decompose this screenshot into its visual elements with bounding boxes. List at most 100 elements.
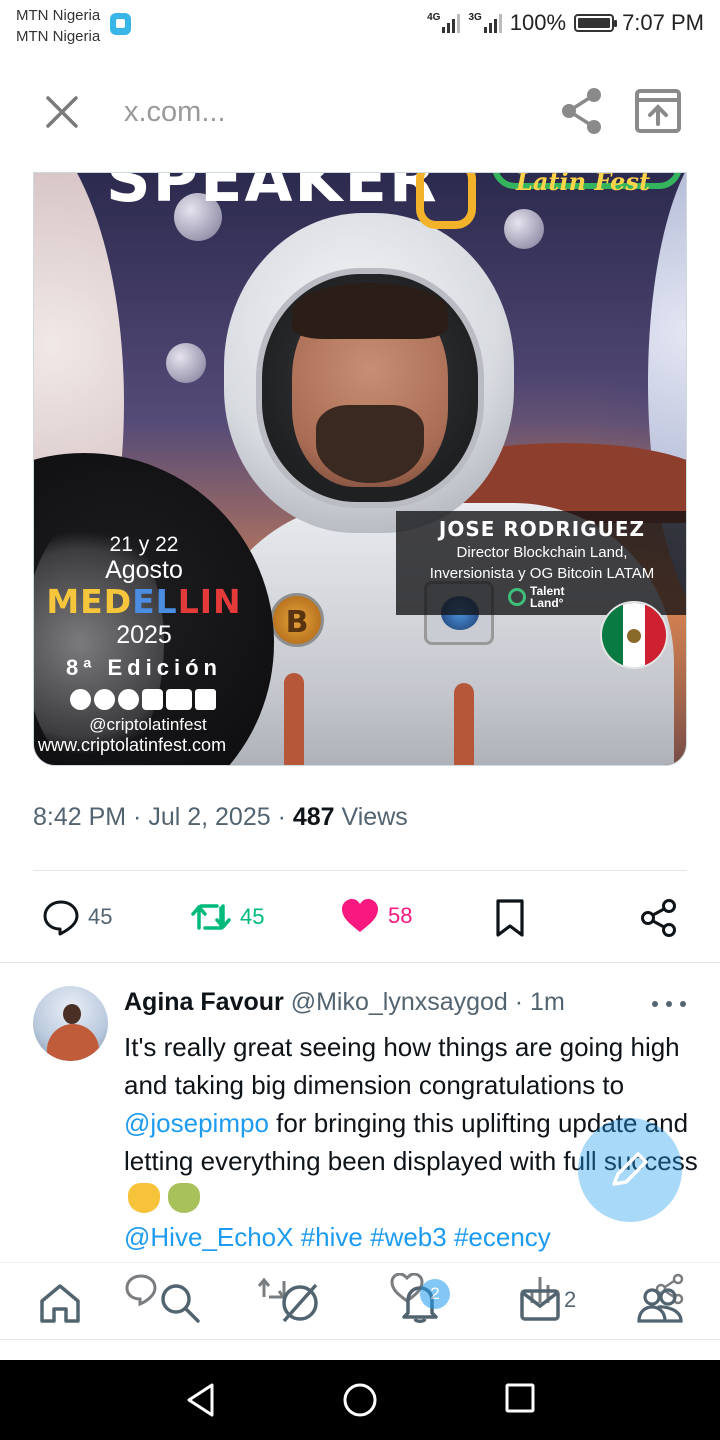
open-in-browser-icon — [635, 89, 681, 133]
bookmark-icon — [496, 899, 524, 937]
like-count: 58 — [388, 903, 413, 928]
reply-handle-time: @Miko_lynxsaygod · 1m — [283, 988, 565, 1016]
poster-header-word: SPEAKER — [106, 172, 439, 216]
bitcoin-patch-icon: B — [270, 593, 324, 647]
event-date-block: 21 y 22 Agosto MEDELLIN 2025 8ª Edición — [34, 533, 254, 685]
status-bar: MTN Nigeria MTN Nigeria 4G 3G 100% 7:07 … — [0, 0, 720, 52]
mexico-flag-icon — [600, 601, 668, 669]
reply-icon — [43, 900, 79, 936]
views-label: Views — [334, 803, 408, 831]
suit-tube — [454, 683, 474, 765]
divider — [0, 1339, 720, 1340]
speaker-name: JOSE RODRIGUEZ — [438, 517, 646, 541]
signal-strength-icon — [442, 13, 461, 33]
share-icon — [641, 899, 676, 937]
views-count: 487 — [292, 803, 335, 831]
share-button[interactable] — [560, 86, 604, 136]
tweet-actions: 45 45 58 — [0, 890, 720, 946]
notification-badge: 2 — [420, 1279, 450, 1309]
recents-icon[interactable] — [504, 1382, 536, 1414]
speaker-role-2: Inversionista y OG Bitcoin LATAM — [429, 565, 655, 582]
talent-land-logo: Talent Land° — [508, 585, 564, 609]
fest-logo-icon — [416, 173, 476, 229]
repost-count: 45 — [240, 904, 265, 929]
tiktok-icon — [70, 689, 91, 710]
compose-icon — [612, 1152, 648, 1186]
system-navigation-bar — [0, 1360, 720, 1440]
mention-link[interactable]: @Hive_EchoX — [124, 1222, 293, 1252]
messages-icon[interactable] — [518, 1281, 562, 1325]
speaker-name-card: JOSE RODRIGUEZ Director Blockchain Land,… — [396, 511, 686, 615]
event-year: 2025 — [116, 621, 172, 649]
event-days: 21 y 22 — [109, 533, 179, 556]
suit-tube — [284, 673, 304, 765]
mention-link[interactable]: @josepimpo — [124, 1108, 269, 1138]
clock: 7:07 PM — [622, 10, 704, 35]
status-indicators: 4G 3G 100% 7:07 PM — [427, 10, 704, 36]
reply-button[interactable]: 45 — [42, 898, 112, 936]
social-media-icons — [70, 689, 216, 710]
heart-icon — [342, 899, 378, 932]
back-icon[interactable] — [184, 1382, 218, 1418]
close-icon — [46, 96, 78, 128]
home-circle-icon[interactable] — [342, 1382, 378, 1418]
youtube-icon — [118, 689, 139, 710]
divider — [33, 870, 687, 871]
share-icon — [562, 88, 601, 134]
reply-header: Agina Favour @Miko_lynxsaygod · 1m — [124, 988, 565, 1017]
battery-percent: 100% — [509, 10, 567, 35]
reply-author-name[interactable]: Agina Favour — [124, 988, 284, 1016]
bookmark-button[interactable] — [494, 898, 526, 938]
fest-logo-text: Latin Fest — [492, 173, 682, 209]
avatar[interactable] — [33, 986, 108, 1061]
carrier-names: MTN Nigeria MTN Nigeria — [16, 5, 100, 47]
small-planet — [166, 343, 206, 383]
event-month: Agosto — [105, 556, 183, 584]
speaker-beard — [316, 405, 424, 483]
sponsor-line-2: Land° — [530, 596, 564, 610]
clapping-hands-emoji-icon — [168, 1183, 200, 1213]
more-options-button[interactable] — [652, 994, 686, 1014]
custom-tab-toolbar: x.com... — [0, 62, 720, 162]
close-button[interactable] — [40, 90, 84, 134]
instagram-icon — [94, 689, 115, 710]
twitter-icon — [195, 689, 216, 710]
tweet-time: 8:42 PM · Jul 2, 2025 · — [33, 803, 293, 831]
hashtag-link[interactable]: #web3 — [370, 1222, 447, 1252]
reply-count: 45 — [88, 904, 113, 929]
grok-icon[interactable] — [278, 1281, 322, 1325]
search-icon[interactable] — [158, 1281, 202, 1325]
facebook-icon — [142, 689, 163, 710]
talent-land-icon — [508, 588, 526, 606]
url-text[interactable]: x.com... — [124, 96, 226, 129]
message-count: 2 — [564, 1287, 577, 1312]
speaker-role-1: Director Blockchain Land, — [456, 544, 628, 561]
network-type-1: 4G — [427, 12, 441, 23]
linkedin-icon — [166, 689, 192, 710]
hashtag-link[interactable]: #ecency — [454, 1222, 551, 1252]
small-planet — [504, 209, 544, 249]
carrier-name-2: MTN Nigeria — [16, 28, 101, 45]
signal-strength-icon-2 — [483, 13, 502, 33]
repost-icon — [191, 904, 231, 930]
home-icon[interactable] — [38, 1281, 82, 1325]
share-tweet-button[interactable] — [640, 898, 678, 938]
reply-icon-faint — [125, 1274, 157, 1307]
event-city: MEDELLIN — [46, 582, 242, 621]
bottom-navigation: 2 2 — [0, 1262, 720, 1338]
battery-icon — [574, 14, 618, 32]
communities-icon[interactable] — [636, 1281, 684, 1325]
poster-handle: @criptolatinfest — [89, 715, 207, 734]
like-button[interactable]: 58 — [340, 898, 412, 934]
compose-post-button[interactable] — [578, 1118, 682, 1222]
hashtag-link[interactable]: #hive — [301, 1222, 363, 1252]
repost-button[interactable]: 45 — [190, 898, 264, 936]
clapping-hands-emoji-icon — [128, 1183, 160, 1213]
speaker-hair — [292, 283, 448, 339]
open-in-browser-button[interactable] — [634, 88, 682, 134]
poster-website: www.criptolatinfest.com — [38, 735, 227, 755]
divider — [0, 962, 720, 963]
carrier-name-1: MTN Nigeria — [16, 7, 101, 24]
event-edition: 8ª Edición — [66, 655, 222, 680]
tweet-media-image[interactable]: B SPEAKER Latin Fest 21 y 22 Agosto MEDE… — [33, 172, 687, 766]
